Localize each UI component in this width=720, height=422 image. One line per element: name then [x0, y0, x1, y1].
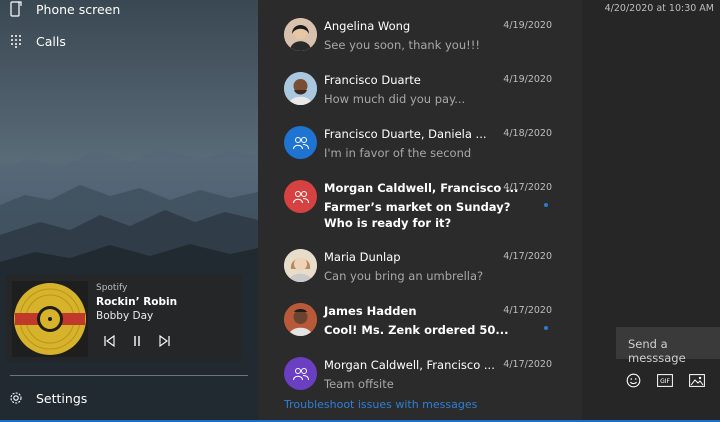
message-compose-input[interactable]: Send a messsage — [616, 327, 720, 365]
nav-calls[interactable]: Calls — [8, 31, 66, 51]
avatar — [284, 72, 317, 105]
contact-name: Morgan Caldwell, Francisco ... — [324, 358, 495, 372]
list-item[interactable]: Francisco Duarte 4/19/2020 How much did … — [258, 66, 582, 120]
previous-track-icon[interactable] — [102, 334, 116, 348]
message-preview: How much did you pay... — [324, 92, 466, 106]
nav-settings-label: Settings — [36, 390, 88, 406]
message-date: 4/17/2020 — [503, 182, 552, 193]
contact-name: Morgan Caldwell, Francisco ... — [324, 181, 519, 195]
group-icon — [292, 190, 309, 203]
list-item[interactable]: James Hadden 4/17/2020 Cool! Ms. Zenk or… — [258, 297, 582, 351]
avatar — [284, 303, 317, 336]
gear-icon — [8, 390, 24, 406]
svg-text:GIF: GIF — [660, 378, 670, 385]
dialpad-icon — [8, 33, 24, 49]
navigation-pane: Phone screen Calls Spotify Rockin’ Robin… — [0, 0, 258, 422]
contact-name: Francisco Duarte, Daniela ... — [324, 127, 487, 141]
message-preview: Farmer’s market on Sunday? Who is ready … — [324, 200, 511, 230]
avatar — [284, 180, 317, 213]
list-item[interactable]: Angelina Wong 4/19/2020 See you soon, th… — [258, 12, 582, 66]
message-preview: Cool! Ms. Zenk ordered 50... — [324, 323, 509, 337]
list-item[interactable]: Morgan Caldwell, Francisco ... 4/17/2020… — [258, 174, 582, 240]
nav-phone-screen-label: Phone screen — [36, 1, 121, 17]
contact-name: Francisco Duarte — [324, 73, 421, 87]
compose-toolbar: GIF — [624, 372, 706, 388]
message-date: 4/19/2020 — [503, 20, 552, 31]
nav-calls-label: Calls — [36, 33, 66, 49]
nav-settings[interactable]: Settings — [8, 388, 87, 408]
next-track-icon[interactable] — [158, 334, 172, 348]
message-date: 4/17/2020 — [503, 251, 552, 262]
music-player-card: Spotify Rockin’ Robin Bobby Day — [6, 275, 242, 361]
image-icon[interactable] — [688, 372, 706, 388]
message-date: 4/18/2020 — [503, 128, 552, 139]
message-date: 4/17/2020 — [503, 359, 552, 370]
group-icon — [292, 367, 309, 380]
song-title: Rockin’ Robin — [96, 296, 178, 308]
message-date: 4/17/2020 — [503, 305, 552, 316]
message-preview: I'm in favor of the second — [324, 146, 472, 160]
album-art — [12, 281, 88, 357]
message-preview: Can you bring an umbrella? — [324, 269, 484, 283]
list-item[interactable]: Maria Dunlap 4/17/2020 Can you bring an … — [258, 243, 582, 297]
list-item[interactable]: Morgan Caldwell, Francisco ... 4/17/2020… — [258, 351, 582, 405]
message-list: Angelina Wong 4/19/2020 See you soon, th… — [258, 0, 582, 422]
nav-divider — [10, 375, 248, 376]
troubleshoot-link[interactable]: Troubleshoot issues with messages — [284, 398, 477, 411]
emoji-icon[interactable] — [624, 372, 642, 388]
message-date: 4/19/2020 — [503, 74, 552, 85]
unread-indicator — [544, 203, 548, 207]
avatar — [284, 126, 317, 159]
nav-phone-screen[interactable]: Phone screen — [8, 0, 120, 19]
conversation-timestamp: 4/20/2020 at 10:30 AM — [604, 3, 714, 14]
unread-indicator — [544, 326, 548, 330]
song-artist: Bobby Day — [96, 310, 154, 322]
avatar — [284, 249, 317, 282]
avatar — [284, 18, 317, 51]
contact-name: James Hadden — [324, 304, 417, 318]
phone-screen-icon — [8, 1, 24, 17]
gif-icon[interactable]: GIF — [656, 372, 674, 388]
message-preview: See you soon, thank you!!! — [324, 38, 480, 52]
playback-controls — [102, 334, 172, 348]
list-item[interactable]: Francisco Duarte, Daniela ... 4/18/2020 … — [258, 120, 582, 174]
contact-name: Angelina Wong — [324, 19, 411, 33]
music-app-name: Spotify — [96, 283, 128, 293]
conversation-pane: 4/20/2020 at 10:30 AM Send a messsage GI… — [582, 0, 720, 422]
contact-name: Maria Dunlap — [324, 250, 401, 264]
message-preview: Team offsite — [324, 377, 394, 391]
group-icon — [292, 136, 309, 149]
pause-icon[interactable] — [130, 334, 144, 348]
avatar — [284, 357, 317, 390]
